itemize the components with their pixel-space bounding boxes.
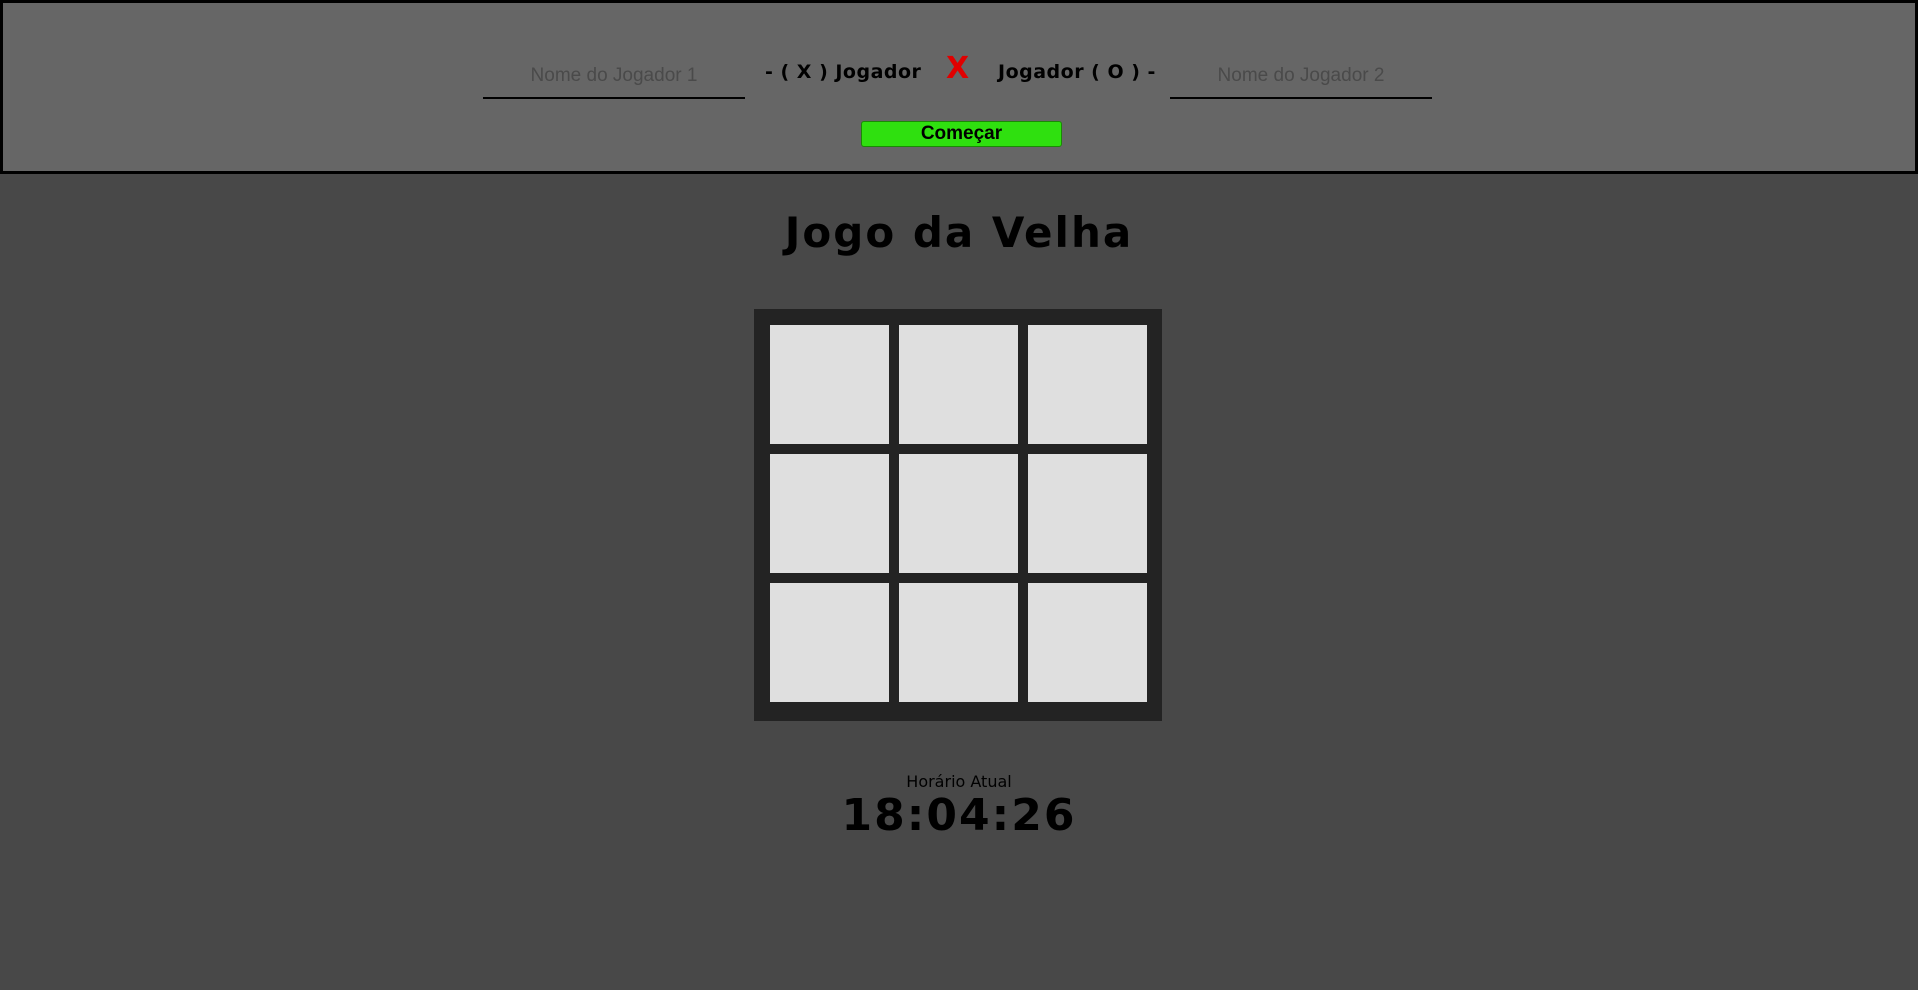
board-cell[interactable] (899, 454, 1018, 573)
player1-label: - ( X ) Jogador (765, 61, 922, 83)
board-cell[interactable] (1028, 583, 1147, 702)
board-cell[interactable] (1028, 454, 1147, 573)
player-setup-bar: - ( X ) Jogador X Jogador ( O ) - Começa… (0, 0, 1918, 174)
board-cell[interactable] (1028, 325, 1147, 444)
start-button[interactable]: Começar (861, 121, 1062, 147)
page-title: Jogo da Velha (784, 208, 1134, 257)
player1-name-input[interactable] (483, 55, 745, 99)
current-time: 18:04:26 (841, 790, 1077, 841)
board-cell[interactable] (770, 325, 889, 444)
tic-tac-toe-board (754, 309, 1162, 721)
versus-x-icon: X (946, 51, 970, 86)
board-cell[interactable] (899, 325, 1018, 444)
player2-name-input[interactable] (1170, 55, 1432, 99)
clock-label: Horário Atual (906, 772, 1012, 791)
board-cell[interactable] (770, 583, 889, 702)
player2-label: Jogador ( O ) - (998, 61, 1156, 83)
board-cell[interactable] (770, 454, 889, 573)
board-cell[interactable] (899, 583, 1018, 702)
